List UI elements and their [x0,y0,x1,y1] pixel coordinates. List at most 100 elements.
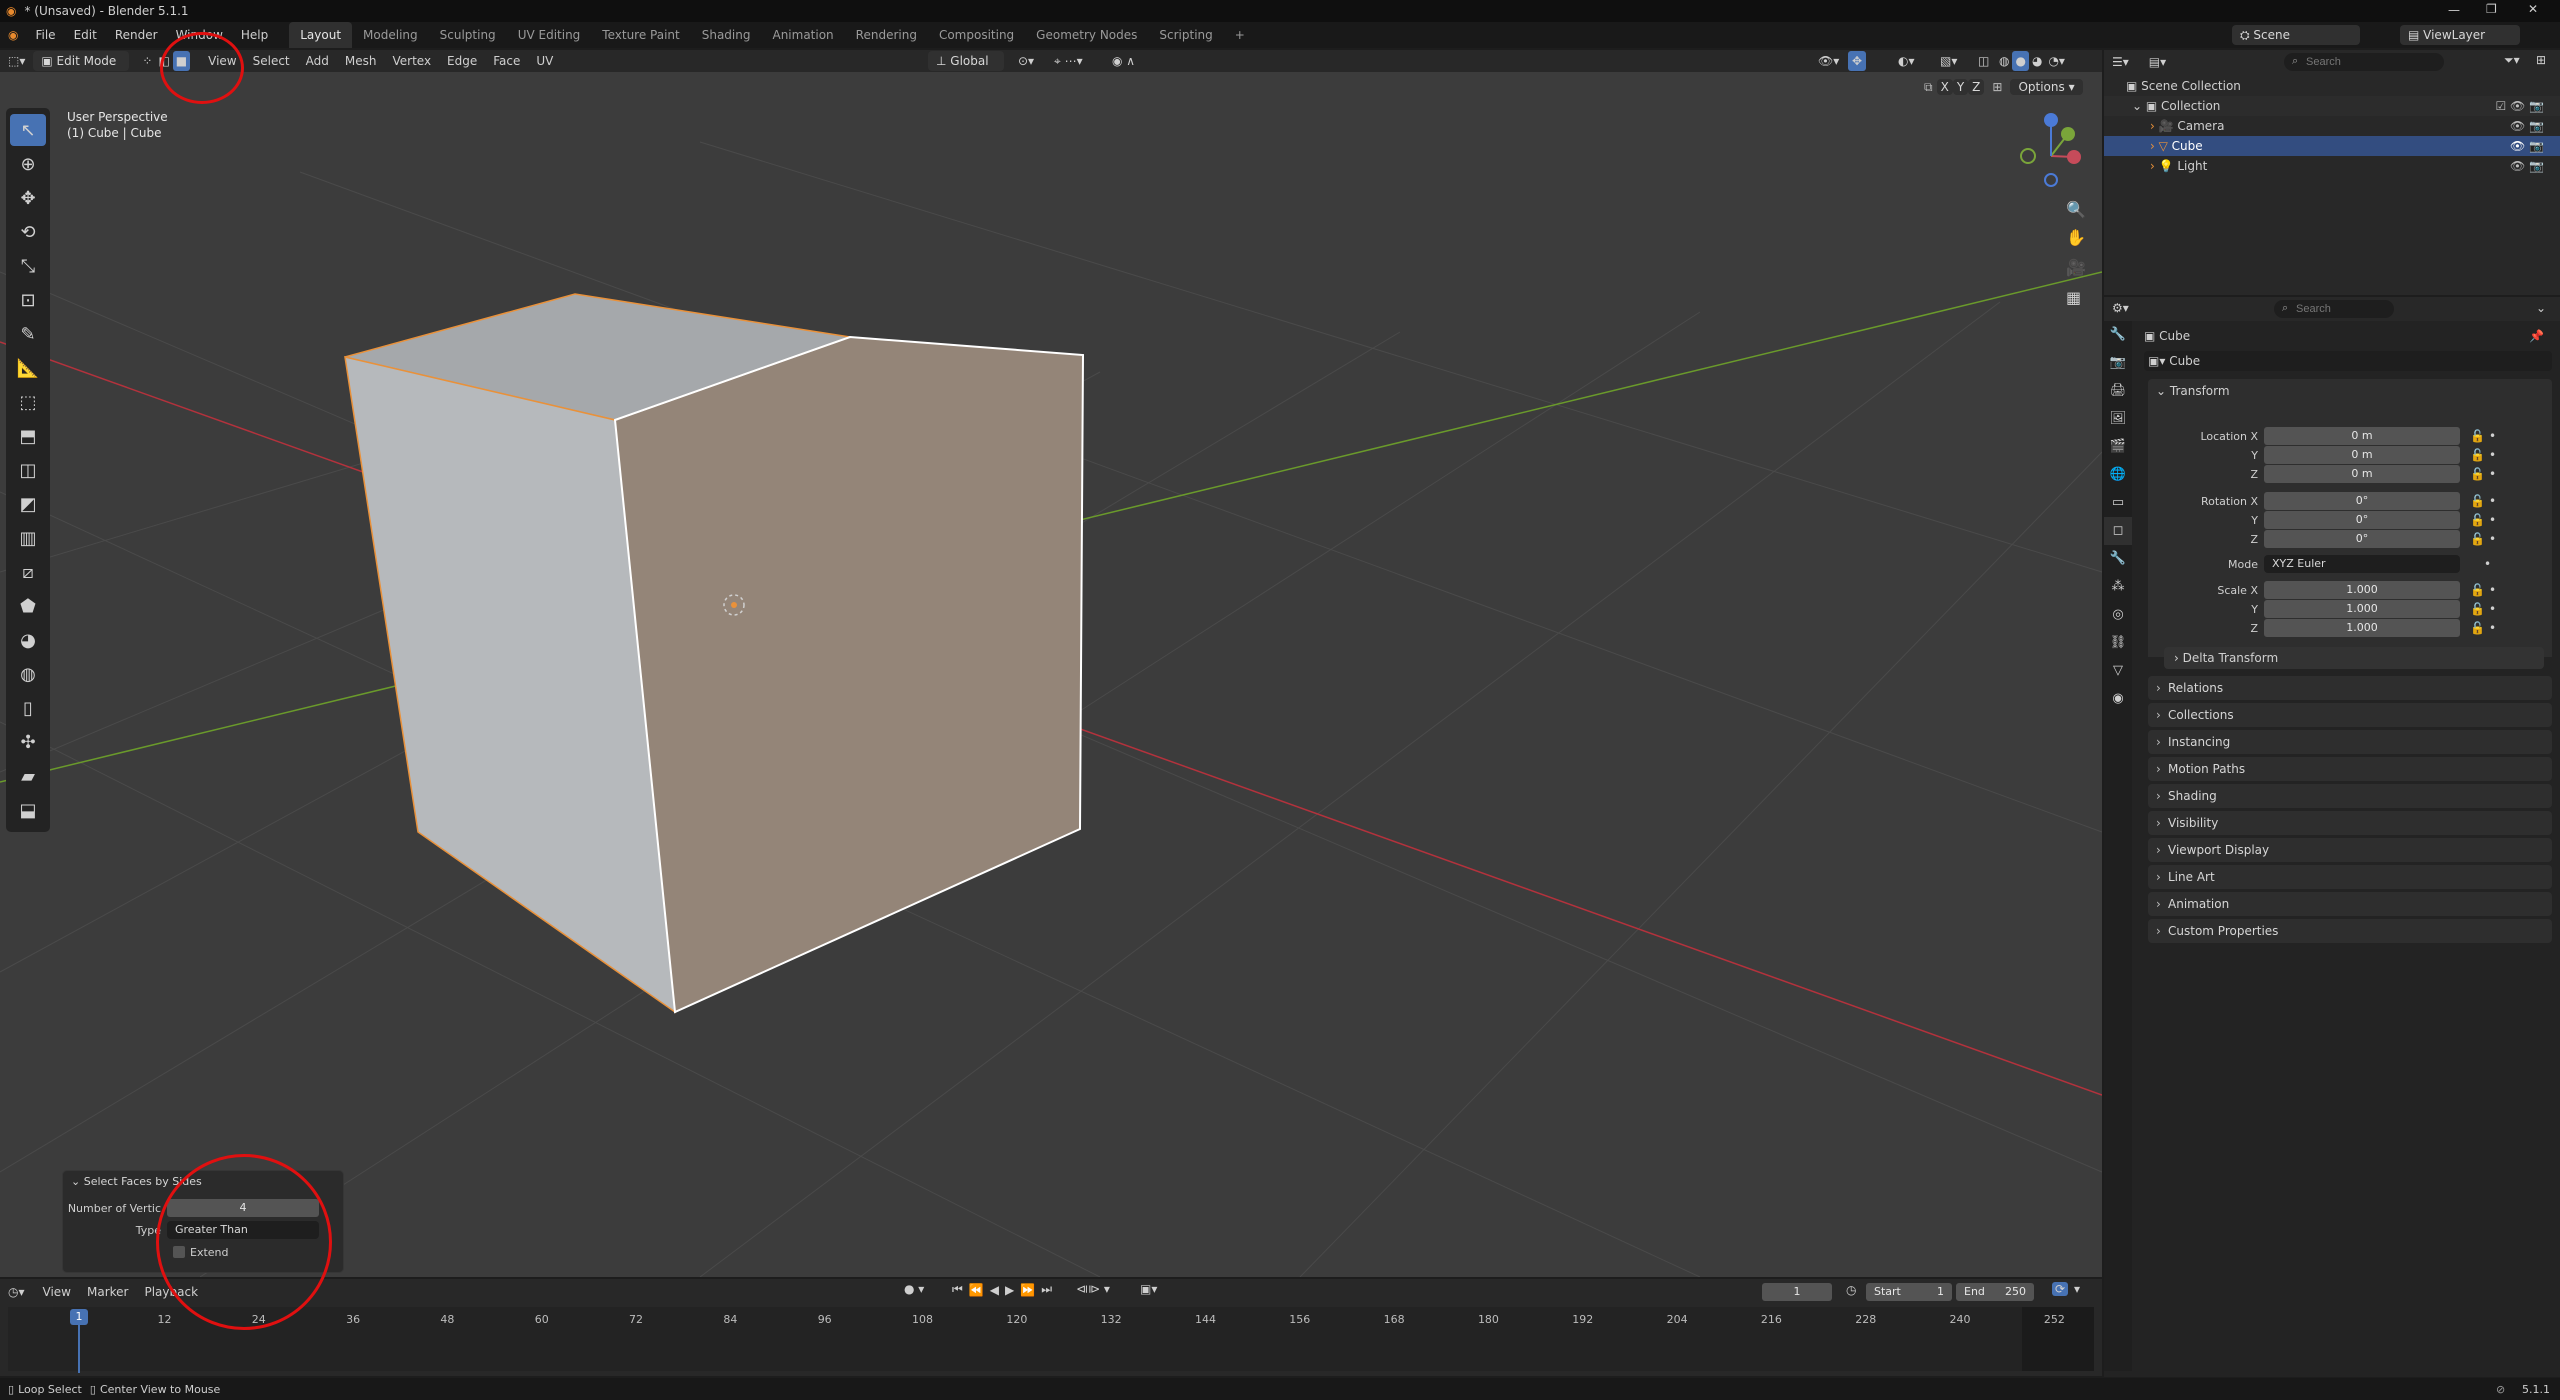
scene-tab-icon[interactable]: 🎬 [2104,433,2132,461]
delta-transform-subpanel[interactable]: › Delta Transform [2164,647,2544,669]
blender-menu-icon[interactable]: ◉ [8,28,18,42]
lock-icon[interactable]: 🔓 [2470,448,2485,462]
keyframe-dot-icon[interactable]: • [2489,583,2496,597]
prev-keyframe-icon[interactable]: ⏪ [969,1283,984,1297]
menu-edit[interactable]: Edit [65,22,106,48]
collection-row[interactable]: ⌄ ▣ Collection ☑ 👁 📷 [2104,96,2560,116]
constraints-tab-icon[interactable]: ⛓ [2104,629,2132,657]
bevel-tool-icon[interactable]: ◩ [10,488,46,520]
shrink-fatten-tool-icon[interactable]: ✣ [10,726,46,758]
gizmo-toggle-icon[interactable]: ✥ [1848,51,1867,71]
menu-face[interactable]: Face [485,51,528,71]
panel-relations[interactable]: Relations [2148,676,2552,700]
location-y-field[interactable]: 0 m [2264,446,2460,464]
render-tab-icon[interactable]: 📷 [2104,349,2132,377]
zoom-icon[interactable]: 🔍 [2066,200,2086,219]
snap-icon[interactable]: ⌖ ⋯▾ [1046,51,1091,71]
ortho-grid-icon[interactable]: ▦ [2066,288,2081,307]
keyframe-dot-icon[interactable]: • [2489,532,2496,546]
end-frame-field[interactable]: End 250 [1956,1283,2034,1301]
scene-selector[interactable]: ⛭ Scene [2232,25,2360,45]
keyframe-dot-icon[interactable]: • [2484,557,2491,571]
outliner-search-input[interactable] [2284,53,2444,71]
start-frame-field[interactable]: Start 1 [1866,1283,1952,1301]
spin-tool-icon[interactable]: ◕ [10,624,46,656]
keyframe-dot-icon[interactable]: • [2489,494,2496,508]
rendered-shading-icon[interactable]: ◔▾ [2045,51,2068,71]
timeline-menu-marker[interactable]: Marker [79,1282,136,1302]
physics-tab-icon[interactable]: ◎ [2104,601,2132,629]
mirror-x-toggle[interactable]: X [1936,79,1953,95]
current-frame-field[interactable]: 1 [1762,1283,1832,1301]
timeline-menu-view[interactable]: View [35,1282,79,1302]
rotation-x-field[interactable]: 0° [2264,492,2460,510]
tab-modeling[interactable]: Modeling [352,22,429,48]
location-z-field[interactable]: 0 m [2264,465,2460,483]
particles-tab-icon[interactable]: ⁂ [2104,573,2132,601]
properties-editor-type-icon[interactable]: ⚙▾ [2112,301,2129,315]
add-workspace-button[interactable]: + [1224,22,1256,48]
camera-visibility-icons[interactable]: 👁 📷 [2510,116,2544,136]
timeline-editor-type-icon[interactable]: ◷▾ [8,1285,25,1299]
cursor-tool-icon[interactable]: ⊕ [10,148,46,180]
panel-collections[interactable]: Collections [2148,703,2552,727]
rotate-tool-icon[interactable]: ⟲ [10,216,46,248]
keyframe-dot-icon[interactable]: • [2489,429,2496,443]
sync-icon[interactable]: ⟳ [2052,1282,2069,1296]
properties-search-input[interactable] [2274,300,2394,318]
filter-icon[interactable]: ⏷▾ [2504,53,2520,68]
menu-edge[interactable]: Edge [439,51,485,71]
close-icon[interactable]: ✕ [2528,2,2538,16]
lock-icon[interactable]: 🔓 [2470,583,2485,597]
next-keyframe-icon[interactable]: ⏩ [1020,1283,1035,1297]
light-visibility-icons[interactable]: 👁 📷 [2510,156,2544,176]
panel-visibility[interactable]: Visibility [2148,811,2552,835]
scale-y-field[interactable]: 1.000 [2264,600,2460,618]
gizmo-y-icon[interactable] [2061,127,2075,141]
proportional-edit-icon[interactable]: ◉ ∧ [1104,51,1143,71]
maximize-icon[interactable]: ❐ [2486,2,2497,16]
keying-set-icon[interactable]: ▣▾ [1140,1282,1157,1296]
outliner-item-light[interactable]: › 💡 Light 👁 📷 [2104,156,2560,176]
transform-panel-header[interactable]: ⌄ Transform [2148,379,2552,403]
auto-merge-icon[interactable]: ⊞ [1992,80,2002,94]
keyframe-dot-icon[interactable]: • [2489,513,2496,527]
auto-keying-icon[interactable]: ● ▾ [904,1282,924,1296]
xray-icon[interactable]: ▧▾ [1932,51,1965,71]
rip-region-tool-icon[interactable]: ⬓ [10,794,46,826]
measure-tool-icon[interactable]: 📐 [10,352,46,384]
loop-cut-tool-icon[interactable]: ▥ [10,522,46,554]
cube-front-face-selected[interactable] [613,335,1085,1014]
jump-end-icon[interactable]: ⏭ [1041,1282,1052,1297]
lock-icon[interactable]: 🔓 [2470,467,2485,481]
scene-collection-row[interactable]: ▣ Scene Collection [2104,76,2560,96]
mirror-z-toggle[interactable]: Z [1968,79,1985,95]
modifiers-tab-icon[interactable]: 🔧 [2104,545,2132,573]
menu-mesh[interactable]: Mesh [337,51,385,71]
collection-visibility-icons[interactable]: ☑ 👁 📷 [2495,96,2544,116]
solid-shading-icon[interactable]: ● [2012,51,2029,71]
panel-viewport-display[interactable]: Viewport Display [2148,838,2552,862]
outliner-item-camera[interactable]: › 🎥 Camera 👁 📷 [2104,116,2560,136]
tab-scripting[interactable]: Scripting [1148,22,1223,48]
annotate-tool-icon[interactable]: ✎ [10,318,46,350]
smooth-tool-icon[interactable]: ◍ [10,658,46,690]
orientation-selector[interactable]: ⊥ Global ▾ [928,51,1004,88]
world-tab-icon[interactable]: 🌐 [2104,461,2132,489]
knife-tool-icon[interactable]: ⧄ [10,556,46,588]
camera-view-icon[interactable]: 🎥 [2066,258,2086,277]
display-mode-icon[interactable]: ▤▾ [2149,55,2166,69]
rotation-y-field[interactable]: 0° [2264,511,2460,529]
menu-uv[interactable]: UV [528,51,561,71]
material-shading-icon[interactable]: ◕ [2029,51,2045,71]
properties-options-icon[interactable]: ⌄ [2536,301,2546,315]
tab-geometry-nodes[interactable]: Geometry Nodes [1025,22,1148,48]
menu-render[interactable]: Render [106,22,167,48]
wireframe-shading-icon[interactable]: ◍ [1996,51,2012,71]
scale-z-field[interactable]: 1.000 [2264,619,2460,637]
lock-icon[interactable]: 🔓 [2470,429,2485,443]
panel-shading[interactable]: Shading [2148,784,2552,808]
xray-toggle-icon[interactable]: ◫ [1970,51,1997,71]
move-tool-icon[interactable]: ✥ [10,182,46,214]
location-x-field[interactable]: 0 m [2264,427,2460,445]
